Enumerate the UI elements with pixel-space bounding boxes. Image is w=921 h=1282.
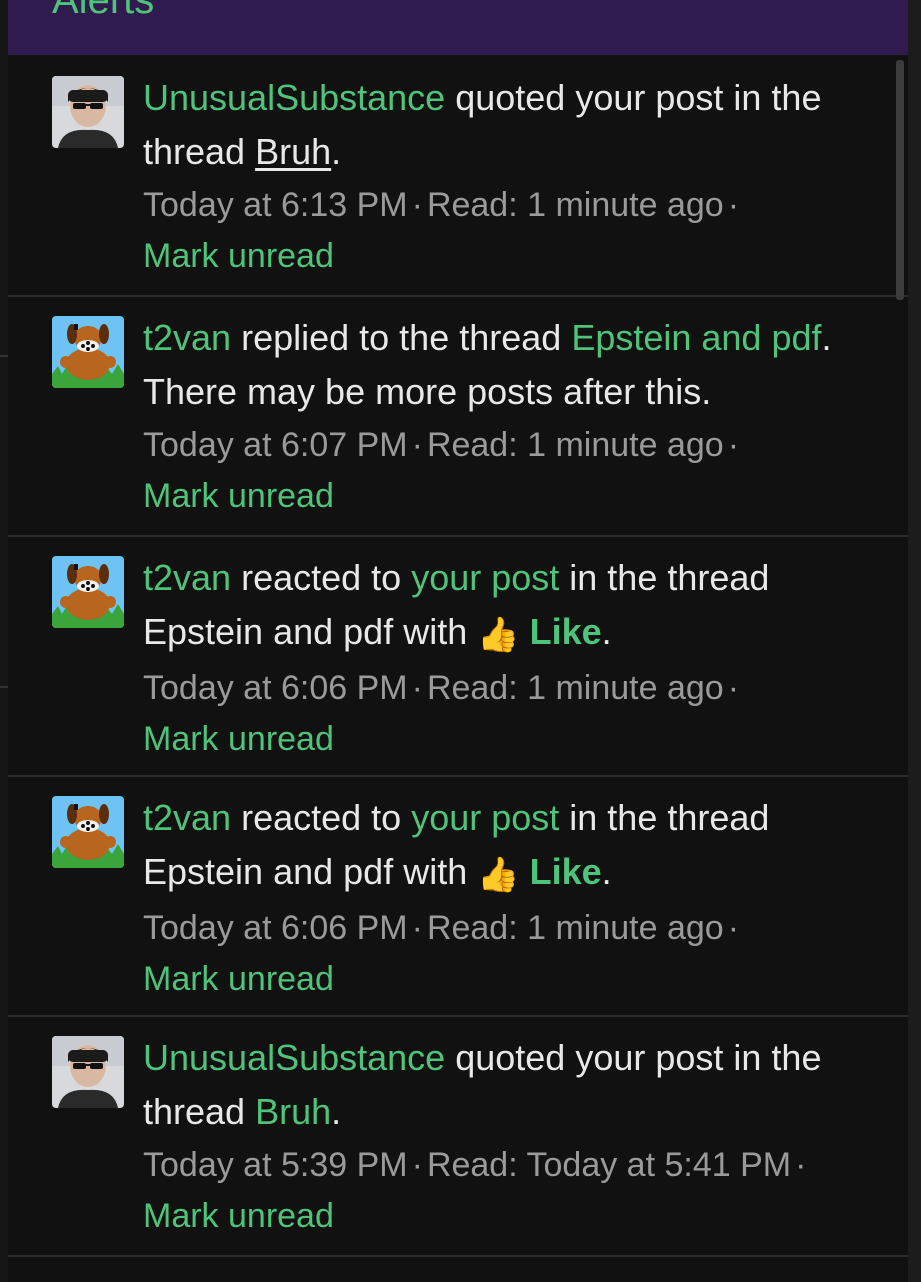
username-link[interactable]: UnusualSubstance: [143, 1037, 445, 1078]
thumbs-up-icon: 👍: [477, 616, 520, 654]
alert-meta: Today at 6:07 PM · Read: 1 minute ago ·: [143, 419, 863, 471]
meta-separator: ·: [411, 909, 423, 947]
alerts-title: Alerts: [52, 0, 155, 22]
alert-text: UnusualSubstance quoted your post in the…: [143, 71, 863, 281]
meta-separator: ·: [727, 909, 740, 947]
mark-unread-link[interactable]: Mark unread: [143, 471, 863, 521]
username-link[interactable]: t2van: [143, 317, 231, 358]
alert-meta: Today at 5:39 PM · Read: Today at 5:41 PM ·: [143, 1139, 863, 1191]
alerts-panel: Alerts UnusualSubstance quoted your post…: [8, 0, 908, 1282]
alert-item[interactable]: UnusualSubstance quoted your post in the…: [8, 57, 908, 297]
alert-item[interactable]: t2van replied to the thread Epstein and …: [8, 297, 908, 537]
meta-separator: ·: [411, 186, 423, 224]
mark-unread-link[interactable]: Mark unread: [143, 954, 863, 1004]
alert-time: Today at 6:07 PM: [143, 426, 408, 464]
avatar-t2van[interactable]: [52, 556, 124, 628]
meta-separator: ·: [411, 1146, 423, 1184]
alert-read-status: Read: 1 minute ago: [426, 426, 724, 464]
alert-time: Today at 6:06 PM: [143, 909, 408, 947]
alert-read-status: Read: 1 minute ago: [426, 909, 724, 947]
avatar-unusualsubstance[interactable]: [52, 1036, 124, 1108]
alerts-list: UnusualSubstance quoted your post in the…: [8, 57, 908, 1257]
thread-link[interactable]: Epstein and pdf: [571, 317, 821, 358]
meta-separator: ·: [727, 669, 740, 707]
alert-read-status: Read: 1 minute ago: [426, 186, 724, 224]
alert-read-status: Read: 1 minute ago: [426, 669, 724, 707]
mark-unread-link[interactable]: Mark unread: [143, 231, 863, 281]
alert-item[interactable]: t2van reacted to your post in the thread…: [8, 777, 908, 1017]
post-link[interactable]: your post: [411, 557, 559, 598]
avatar-t2van[interactable]: [52, 316, 124, 388]
meta-separator: ·: [795, 1146, 807, 1184]
mark-unread-link[interactable]: Mark unread: [143, 1191, 863, 1241]
meta-separator: ·: [411, 669, 423, 707]
alerts-header: Alerts: [8, 0, 908, 55]
alert-text: t2van replied to the thread Epstein and …: [143, 311, 863, 521]
reaction-name: Like: [529, 611, 602, 652]
username-link[interactable]: t2van: [143, 797, 231, 838]
alert-text: t2van reacted to your post in the thread…: [143, 791, 863, 1004]
alert-action: replied to the thread: [231, 317, 572, 358]
alert-time: Today at 6:06 PM: [143, 669, 408, 707]
alert-meta: Today at 6:06 PM · Read: 1 minute ago ·: [143, 902, 863, 954]
alert-item[interactable]: t2van reacted to your post in the thread…: [8, 537, 908, 777]
avatar-unusualsubstance[interactable]: [52, 76, 124, 148]
username-link[interactable]: UnusualSubstance: [143, 77, 445, 118]
alert-meta: Today at 6:13 PM · Read: 1 minute ago ·: [143, 179, 863, 231]
meta-separator: ·: [727, 426, 740, 464]
post-link[interactable]: your post: [411, 797, 559, 838]
alert-tail: .: [601, 611, 612, 652]
meta-separator: ·: [727, 186, 740, 224]
thread-link[interactable]: Bruh: [255, 1091, 331, 1132]
mark-unread-link[interactable]: Mark unread: [143, 714, 863, 764]
avatar-t2van[interactable]: [52, 796, 124, 868]
alert-action: reacted to: [231, 557, 412, 598]
background-divider: [0, 355, 8, 357]
background-divider: [0, 686, 8, 688]
scrollbar[interactable]: [896, 60, 904, 300]
meta-separator: ·: [411, 426, 423, 464]
alert-text: t2van reacted to your post in the thread…: [143, 551, 863, 764]
alert-action: reacted to: [231, 797, 412, 838]
alert-time: Today at 6:13 PM: [143, 186, 408, 224]
alert-tail: .: [331, 131, 342, 172]
alert-tail: .: [601, 851, 612, 892]
alert-time: Today at 5:39 PM: [143, 1146, 408, 1184]
background-page: [0, 0, 8, 1282]
username-link[interactable]: t2van: [143, 557, 231, 598]
thumbs-up-icon: 👍: [477, 856, 520, 894]
alert-item[interactable]: UnusualSubstance quoted your post in the…: [8, 1017, 908, 1257]
thread-link[interactable]: Bruh: [255, 131, 331, 172]
alert-read-status: Read: Today at 5:41 PM: [426, 1146, 792, 1184]
alert-tail: .: [331, 1091, 342, 1132]
alert-meta: Today at 6:06 PM · Read: 1 minute ago ·: [143, 662, 863, 714]
alert-text: UnusualSubstance quoted your post in the…: [143, 1031, 863, 1241]
reaction-name: Like: [529, 851, 602, 892]
